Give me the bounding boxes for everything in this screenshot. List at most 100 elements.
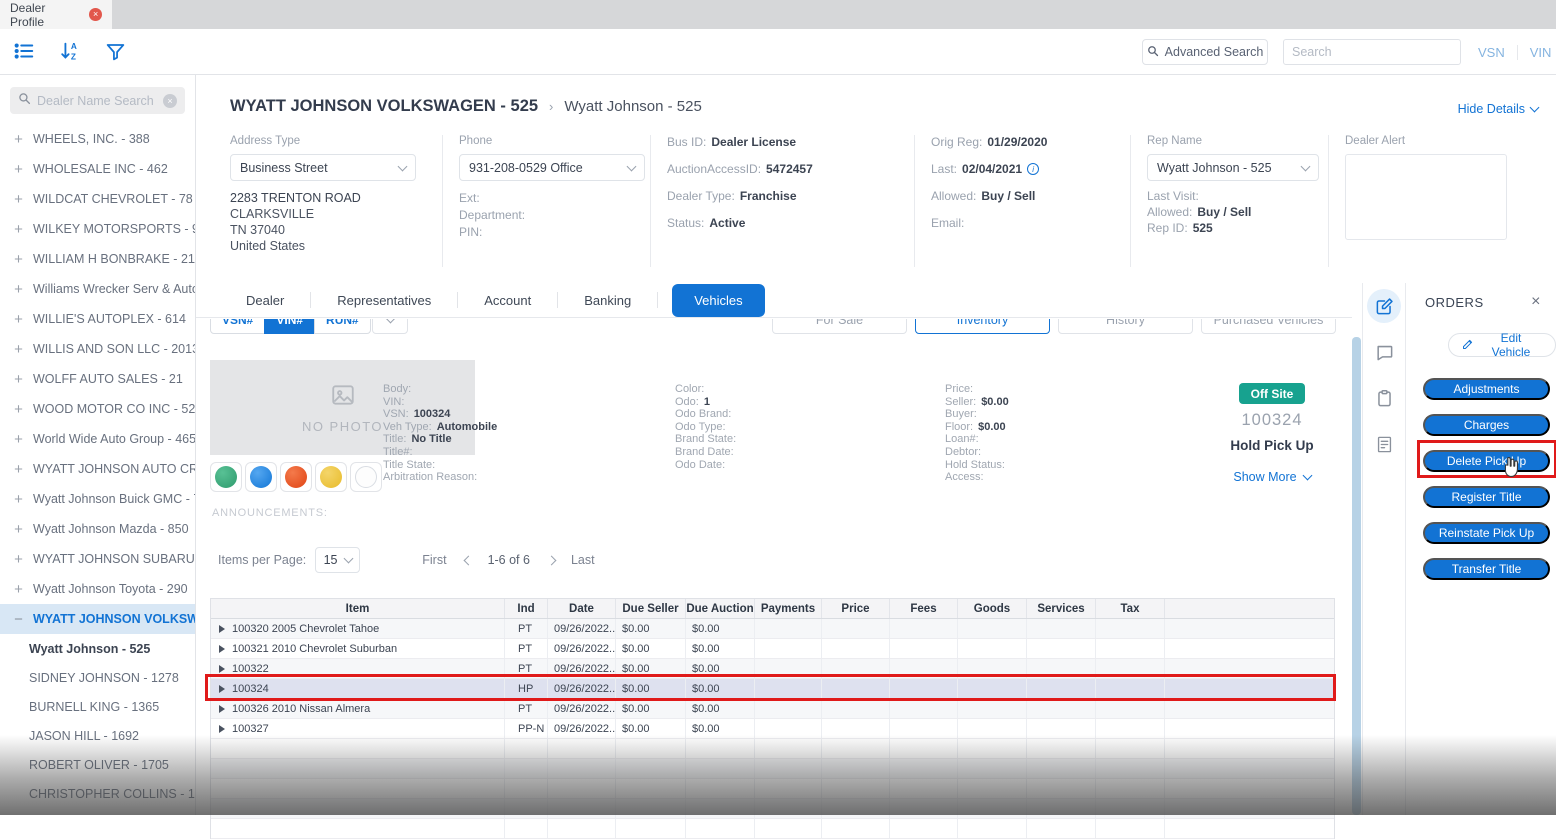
expand-plus-icon[interactable]: + <box>12 161 25 178</box>
expand-plus-icon[interactable]: + <box>12 311 25 328</box>
clear-search-icon[interactable]: × <box>163 94 177 108</box>
sidebar-dealer-item[interactable]: + WHEELS, INC. - 388 <box>0 124 195 154</box>
order-action-button[interactable]: Transfer Title <box>1423 558 1550 580</box>
col-payments[interactable]: Payments <box>755 599 822 618</box>
inventory-filter-button[interactable]: History <box>1058 319 1193 334</box>
col-price[interactable]: Price <box>822 599 890 618</box>
expand-plus-icon[interactable]: + <box>12 341 25 358</box>
row-expander-icon[interactable] <box>219 665 225 673</box>
profile-tab[interactable]: Representatives <box>311 292 458 308</box>
phone-select[interactable]: 931-208-0529 Office <box>459 154 645 181</box>
sidebar-rep-item[interactable]: SIDNEY JOHNSON - 1278 <box>0 663 195 692</box>
number-toggle-button[interactable]: VIN# <box>264 319 315 334</box>
expand-plus-icon[interactable]: + <box>12 581 25 598</box>
sidebar-rep-item[interactable]: ROBERT OLIVER - 1705 <box>0 750 195 779</box>
expand-plus-icon[interactable]: + <box>12 131 25 148</box>
sidebar-dealer-item[interactable]: + WILLIAM H BONBRAKE - 2112 <box>0 244 195 274</box>
number-toggle-button[interactable]: RUN# <box>314 319 371 334</box>
close-icon[interactable]: × <box>1531 294 1541 310</box>
dealer-search-box[interactable]: × <box>10 87 185 114</box>
table-row[interactable]: 100326 2010 Nissan Almera PT 09/26/2022.… <box>211 699 1334 719</box>
filter-funnel-icon[interactable] <box>105 41 126 67</box>
order-action-button[interactable]: Adjustments <box>1423 378 1550 400</box>
inventory-filter-button[interactable]: Inventory <box>915 319 1050 334</box>
order-action-button[interactable]: Reinstate Pick Up <box>1423 522 1550 544</box>
list-view-icon[interactable] <box>13 40 35 67</box>
red-light-button[interactable] <box>280 462 312 492</box>
table-row[interactable]: 100320 2005 Chevrolet Tahoe PT 09/26/202… <box>211 619 1334 639</box>
breadcrumb-dealer[interactable]: WYATT JOHNSON VOLKSWAGEN - 525 <box>230 97 538 116</box>
clipboard-icon[interactable] <box>1367 381 1401 415</box>
profile-tab[interactable]: Dealer <box>220 292 311 308</box>
sidebar-rep-item[interactable]: JASON HILL - 1692 <box>0 721 195 750</box>
expand-plus-icon[interactable]: + <box>12 461 25 478</box>
profile-tab[interactable]: Account <box>458 292 558 308</box>
sidebar-dealer-item[interactable]: + WHOLESALE INC - 462 <box>0 154 195 184</box>
sidebar-dealer-item-selected[interactable]: − WYATT JOHNSON VOLKSWA <box>0 604 195 634</box>
col-item[interactable]: Item <box>211 599 505 618</box>
col-goods[interactable]: Goods <box>958 599 1027 618</box>
pagination-next-icon[interactable] <box>548 557 555 564</box>
sidebar-dealer-item[interactable]: + WYATT JOHNSON AUTO CREI <box>0 454 195 484</box>
vertical-scrollbar[interactable] <box>1352 283 1362 815</box>
sidebar-rep-item[interactable]: CHRISTOPHER COLLINS - 179 <box>0 779 195 808</box>
sort-az-icon[interactable]: A Z <box>59 40 81 67</box>
expand-plus-icon[interactable]: + <box>12 431 25 448</box>
inventory-filter-button[interactable]: For Sale <box>772 319 907 334</box>
row-expander-icon[interactable] <box>219 705 225 713</box>
order-action-button[interactable]: Register Title <box>1423 486 1550 508</box>
sidebar-dealer-item[interactable]: + WILKEY MOTORSPORTS - 926 <box>0 214 195 244</box>
sidebar-dealer-item[interactable]: + World Wide Auto Group - 465 <box>0 424 195 454</box>
sidebar-dealer-item[interactable]: + Williams Wrecker Serv & Auto <box>0 274 195 304</box>
browser-tab-dealer-profile[interactable]: Dealer Profile × <box>0 0 112 29</box>
expand-plus-icon[interactable]: + <box>12 551 25 568</box>
address-type-select[interactable]: Business Street <box>230 154 416 181</box>
items-per-page-select[interactable]: 15 <box>315 547 360 573</box>
global-search-input[interactable] <box>1283 39 1461 65</box>
sidebar-dealer-item[interactable]: + WOOD MOTOR CO INC - 520 <box>0 394 195 424</box>
breadcrumb-rep[interactable]: Wyatt Johnson - 525 <box>564 98 701 115</box>
sidebar-rep-item[interactable]: Wyatt Johnson - 525 <box>0 634 195 663</box>
expand-plus-icon[interactable]: + <box>12 221 25 238</box>
row-expander-icon[interactable] <box>219 645 225 653</box>
order-action-button[interactable]: Charges <box>1423 414 1550 436</box>
col-due-auction[interactable]: Due Auction <box>686 599 755 618</box>
pagination-prev-icon[interactable] <box>465 557 472 564</box>
vin-toggle-button[interactable]: VIN <box>1517 45 1556 60</box>
col-tax[interactable]: Tax <box>1096 599 1165 618</box>
edit-vehicle-button[interactable]: Edit Vehicle <box>1448 333 1556 357</box>
rep-name-select[interactable]: Wyatt Johnson - 525 <box>1147 154 1319 181</box>
tab-close-icon[interactable]: × <box>89 8 102 21</box>
number-toggle-button[interactable]: VSN# <box>210 319 265 334</box>
sidebar-rep-item[interactable]: BURNELL KING - 1365 <box>0 692 195 721</box>
inventory-filter-button[interactable]: Purchased Vehicles <box>1201 319 1336 334</box>
sidebar-dealer-item[interactable]: + WILLIE'S AUTOPLEX - 614 <box>0 304 195 334</box>
collapse-minus-icon[interactable]: − <box>12 611 25 628</box>
number-search-dropdown[interactable] <box>372 319 408 334</box>
row-expander-icon[interactable] <box>219 725 225 733</box>
dealer-search-input[interactable] <box>37 94 157 108</box>
blue-light-button[interactable] <box>245 462 277 492</box>
show-more-button[interactable]: Show More <box>1233 470 1310 484</box>
expand-plus-icon[interactable]: + <box>12 371 25 388</box>
sidebar-dealer-item[interactable]: + Wyatt Johnson Toyota - 290 <box>0 574 195 604</box>
profile-tab[interactable]: Banking <box>558 292 658 308</box>
sidebar-dealer-item[interactable]: + WILDCAT CHEVROLET - 78 <box>0 184 195 214</box>
row-expander-icon[interactable] <box>219 625 225 633</box>
advanced-search-button[interactable]: Advanced Search <box>1142 39 1268 65</box>
chat-icon[interactable] <box>1367 335 1401 369</box>
green-light-button[interactable] <box>210 462 242 492</box>
col-fees[interactable]: Fees <box>890 599 958 618</box>
col-due-seller[interactable]: Due Seller <box>616 599 686 618</box>
expand-plus-icon[interactable]: + <box>12 401 25 418</box>
expand-plus-icon[interactable]: + <box>12 191 25 208</box>
scrollbar-thumb[interactable] <box>1352 337 1361 815</box>
expand-plus-icon[interactable]: + <box>12 491 25 508</box>
edit-note-icon[interactable] <box>1367 289 1401 323</box>
col-date[interactable]: Date <box>548 599 616 618</box>
sidebar-dealer-item[interactable]: + WILLIS AND SON LLC - 2013 <box>0 334 195 364</box>
sidebar-dealer-item[interactable]: + WOLFF AUTO SALES - 21 <box>0 364 195 394</box>
expand-plus-icon[interactable]: + <box>12 521 25 538</box>
hide-details-button[interactable]: Hide Details <box>1458 102 1538 116</box>
pagination-first[interactable]: First <box>422 553 446 567</box>
